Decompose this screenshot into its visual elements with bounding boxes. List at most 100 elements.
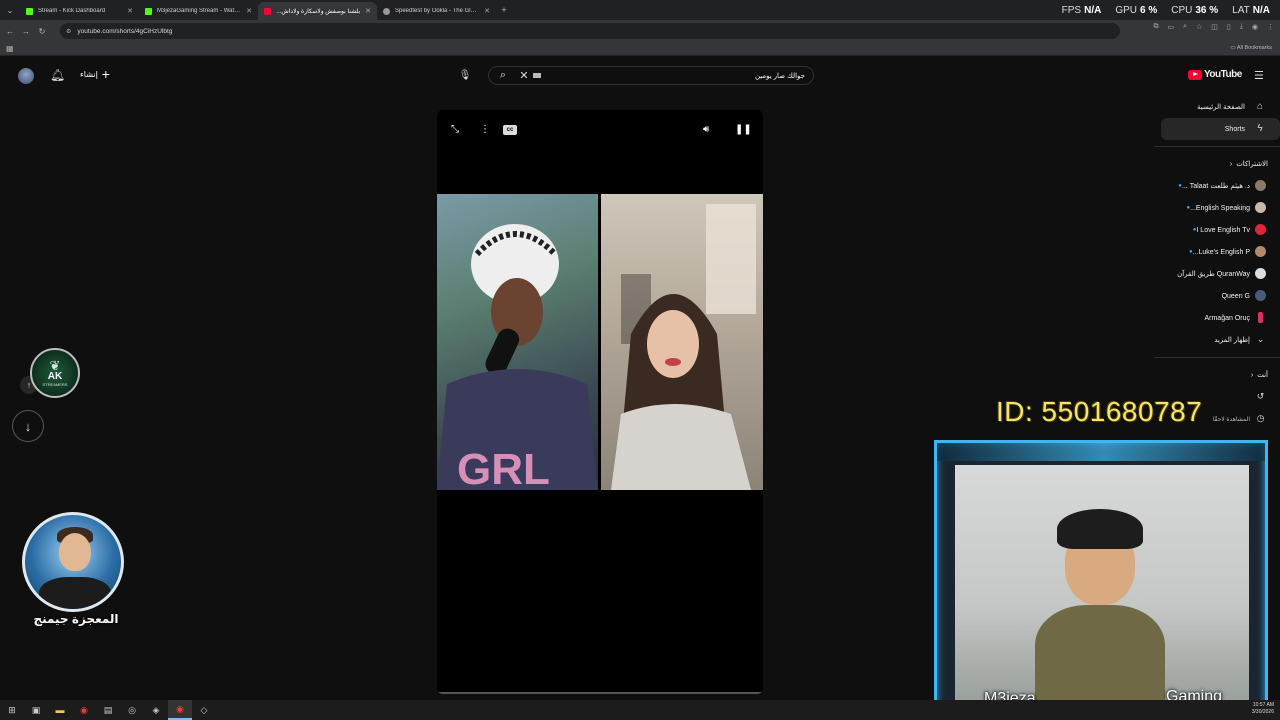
cast-icon[interactable]: ▭ — [1167, 23, 1174, 31]
sidebar-icon[interactable]: ▯ — [1227, 23, 1231, 31]
toolbar-icons: ⧉ ▭ ⌕ ☆ ◫ ▯ ⤓ ◉ ⋮ — [1153, 23, 1274, 31]
file-explorer-icon[interactable]: ▬ — [48, 700, 72, 720]
downloads-icon[interactable]: ⤓ — [1240, 23, 1243, 31]
search-input[interactable]: جوالك صار يومين — [541, 72, 813, 80]
shorts-icon: ϟ — [1257, 123, 1263, 134]
tab-title: M3jezaGaming Stream - Watch... — [157, 8, 242, 14]
browser-tab[interactable]: Speedtest by Ookla - The Glob... ✕ — [377, 2, 496, 20]
bookmark-star-icon[interactable]: ☆ — [1196, 23, 1202, 31]
chrome-active-icon[interactable]: ◉ — [168, 700, 192, 720]
voice-search-icon[interactable]: 🎙︎ — [456, 66, 474, 84]
lat-readout: LAT N/A — [1232, 4, 1270, 16]
clear-search-icon[interactable]: ✕ — [517, 69, 531, 82]
tab-title: Stream - Kick Dashboard — [38, 8, 106, 14]
subscription-item[interactable]: Luke's English P... ● — [1155, 241, 1280, 263]
subscription-item[interactable]: I Love English Tv ● — [1155, 219, 1280, 241]
subscription-item[interactable]: QuranWay طريق القرآن — [1155, 263, 1280, 285]
channel-name: Queen G — [1221, 292, 1250, 300]
new-tab-icon[interactable]: + — [496, 5, 512, 15]
subscription-item[interactable]: Armağan Oruç — [1155, 307, 1280, 329]
channel-name: QuranWay طريق القرآن — [1177, 271, 1250, 278]
chrome-icon[interactable]: ◉ — [72, 700, 96, 720]
clock-date: 3/30/2026 — [1251, 709, 1274, 715]
browser-tab[interactable]: M3jezaGaming Stream - Watch... ✕ — [139, 2, 258, 20]
youtube-logo[interactable]: YouTube — [1188, 69, 1242, 80]
menu-kebab-icon[interactable]: ⋮ — [1267, 23, 1274, 31]
sidebar-item-shorts[interactable]: ϟ Shorts — [1161, 118, 1280, 140]
subscriptions-header[interactable]: الاشتراكات ‹ — [1155, 153, 1280, 175]
badge-body — [39, 577, 111, 609]
guide-menu-icon[interactable]: ☰ — [1254, 69, 1264, 82]
notifications-bell-icon[interactable]: 🔔︎ — [50, 68, 65, 82]
ak-logo-subtext: STREAMERS — [42, 381, 68, 387]
app-icon[interactable]: ◈ — [144, 700, 168, 720]
calculator-icon[interactable]: ▤ — [96, 700, 120, 720]
pause-icon[interactable]: ❚❚ — [735, 124, 752, 135]
close-tab-icon[interactable]: ✕ — [246, 7, 252, 15]
kick-favicon-icon — [145, 7, 152, 15]
close-tab-icon[interactable]: ✕ — [127, 7, 133, 15]
address-bar[interactable]: ⚙ youtube.com/shorts/4gCiHzUlbtg — [60, 23, 1120, 39]
forward-icon[interactable]: → — [20, 27, 32, 36]
chevron-right-icon: ‹ — [1250, 371, 1254, 379]
kick-favicon-icon — [26, 7, 33, 15]
reload-icon[interactable]: ↻ — [36, 27, 48, 36]
bookmarks-bar: ▦ ▭ All Bookmarks — [0, 42, 1280, 56]
tab-search-icon[interactable]: ⌄ — [0, 0, 20, 20]
show-more-button[interactable]: ⌄ إظهار المزيد — [1155, 329, 1280, 351]
captions-icon[interactable]: cc — [503, 125, 517, 135]
subscription-item[interactable]: د. هيثم طلعت Talaat ... ● — [1155, 175, 1280, 197]
more-options-icon[interactable]: ⋮ — [480, 124, 490, 135]
volume-icon[interactable]: 🔊︎ — [703, 124, 709, 135]
youtube-play-icon — [1188, 69, 1202, 80]
search-bar[interactable]: ⌕ ✕ جوالك صار يومين — [488, 66, 814, 85]
create-button[interactable]: إنشاء + — [80, 67, 110, 81]
channel-avatar — [1255, 246, 1266, 257]
new-content-dot-icon: ● — [1178, 183, 1182, 189]
profile-icon[interactable]: ◉ — [1252, 23, 1258, 31]
all-bookmarks-button[interactable]: ▭ All Bookmarks — [1230, 45, 1272, 51]
subscription-item[interactable]: Queen G — [1155, 285, 1280, 307]
start-icon[interactable]: ⊞ — [0, 700, 24, 720]
new-content-dot-icon: ● — [1192, 227, 1197, 233]
video-progress-bar[interactable] — [437, 692, 763, 694]
system-clock[interactable]: 10:57 AM 3/30/2026 — [1252, 702, 1274, 716]
fps-readout: FPS N/A — [1061, 4, 1102, 16]
webcam-frame — [934, 440, 1268, 720]
browser-tab[interactable]: Stream - Kick Dashboard ✕ — [20, 2, 139, 20]
youtube-favicon-icon — [264, 7, 271, 15]
channel-avatar — [1255, 224, 1266, 235]
shorts-player[interactable]: ⤡ ⋮ cc 🔊︎ ❚❚ GRL — [437, 110, 763, 694]
zoom-icon[interactable]: ⌕ — [1183, 23, 1187, 31]
app-icon[interactable]: ◇ — [192, 700, 216, 720]
you-header-label: أنت — [1257, 372, 1268, 379]
account-avatar[interactable] — [18, 68, 34, 84]
browser-tab-active[interactable]: بلشنا بوصفش ولاسكارة ولاداش... ✕ — [258, 2, 377, 20]
channel-name: Armağan Oruç — [1204, 314, 1250, 322]
extensions-icon[interactable]: ◫ — [1211, 23, 1218, 31]
you-header[interactable]: أنت ‹ — [1155, 364, 1280, 386]
obs-icon[interactable]: ◎ — [120, 700, 144, 720]
sidebar-item-home[interactable]: ⌂ الصفحة الرئيسية — [1155, 96, 1280, 118]
subscription-item[interactable]: English Speaking... ● — [1155, 197, 1280, 219]
close-tab-icon[interactable]: ✕ — [365, 7, 371, 15]
apps-grid-icon[interactable]: ▦ — [6, 45, 14, 53]
channel-name: English Speaking... — [1190, 204, 1250, 212]
new-content-dot-icon: ● — [1188, 249, 1193, 255]
webcam-feed — [955, 465, 1249, 705]
browser-tab-bar: ⌄ Stream - Kick Dashboard ✕ M3jezaGaming… — [0, 0, 1280, 20]
search-icon[interactable]: ⌕ — [489, 69, 517, 82]
task-view-icon[interactable]: ▣ — [24, 700, 48, 720]
chevron-right-icon: ‹ — [1229, 160, 1233, 168]
next-short-button[interactable]: ↓ — [12, 410, 44, 442]
install-app-icon[interactable]: ⧉ — [1153, 23, 1158, 31]
video-frame[interactable]: GRL — [437, 194, 763, 490]
fullscreen-icon[interactable]: ⤡ — [451, 124, 459, 135]
guide-sidebar: ⌂ الصفحة الرئيسية ϟ Shorts الاشتراكات ‹ … — [1155, 96, 1280, 430]
site-info-icon[interactable]: ⚙ — [66, 28, 71, 35]
back-icon[interactable]: ← — [4, 27, 16, 36]
keyboard-icon[interactable] — [533, 73, 541, 78]
tab-title: بلشنا بوصفش ولاسكارة ولاداش... — [276, 8, 361, 15]
close-tab-icon[interactable]: ✕ — [484, 7, 490, 15]
streamer-avatar-badge — [22, 512, 124, 612]
